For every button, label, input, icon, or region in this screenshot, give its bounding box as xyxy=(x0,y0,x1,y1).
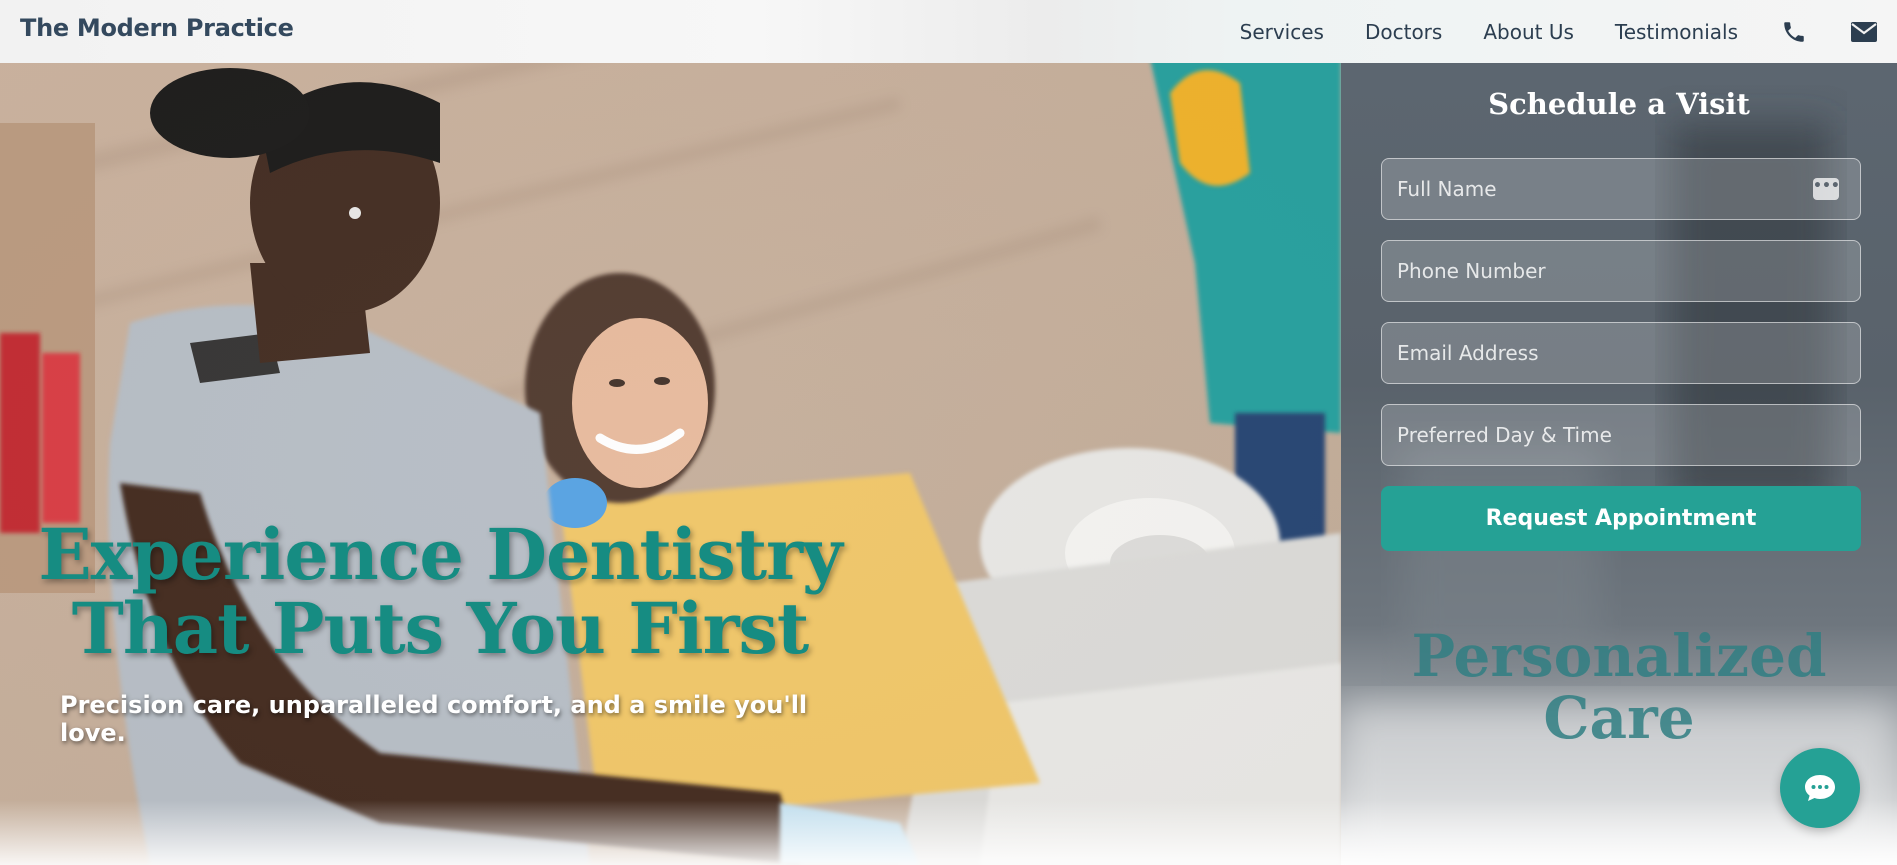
hero-subtitle: Precision care, unparalleled comfort, an… xyxy=(60,691,808,747)
autofill-dots-icon[interactable]: ••• xyxy=(1813,178,1840,200)
nav-services[interactable]: Services xyxy=(1240,20,1324,44)
chat-bubble-icon xyxy=(1805,775,1835,801)
preferred-day-time-input[interactable] xyxy=(1381,404,1861,466)
chat-button[interactable] xyxy=(1780,748,1860,828)
hero-title: Experience Dentistry That Puts You First xyxy=(0,518,880,666)
appointment-panel: Schedule a Visit ••• Request Appointment… xyxy=(1341,63,1897,865)
site-header: The Modern Practice Services Doctors Abo… xyxy=(0,0,1897,63)
phone-number-input[interactable] xyxy=(1381,240,1861,302)
nav-doctors[interactable]: Doctors xyxy=(1365,20,1442,44)
personalized-care-text: Personalized Care xyxy=(1341,625,1897,749)
full-name-input[interactable] xyxy=(1381,158,1861,220)
site-logo[interactable]: The Modern Practice xyxy=(20,14,294,42)
email-address-input[interactable] xyxy=(1381,322,1861,384)
hero-title-line-1: Experience Dentistry xyxy=(38,513,842,596)
envelope-icon[interactable] xyxy=(1849,17,1879,47)
form-title: Schedule a Visit xyxy=(1488,87,1750,121)
nav-testimonials[interactable]: Testimonials xyxy=(1615,20,1738,44)
deco-line-2: Care xyxy=(1543,684,1695,752)
hero-title-line-2: That Puts You First xyxy=(71,587,809,670)
main-nav: Services Doctors About Us Testimonials xyxy=(1240,0,1897,63)
deco-line-1: Personalized xyxy=(1411,622,1827,690)
phone-icon[interactable] xyxy=(1779,17,1809,47)
request-appointment-button[interactable]: Request Appointment xyxy=(1381,486,1861,551)
hero-photo: Experience Dentistry That Puts You First… xyxy=(0,63,1341,865)
nav-about-us[interactable]: About Us xyxy=(1483,20,1574,44)
